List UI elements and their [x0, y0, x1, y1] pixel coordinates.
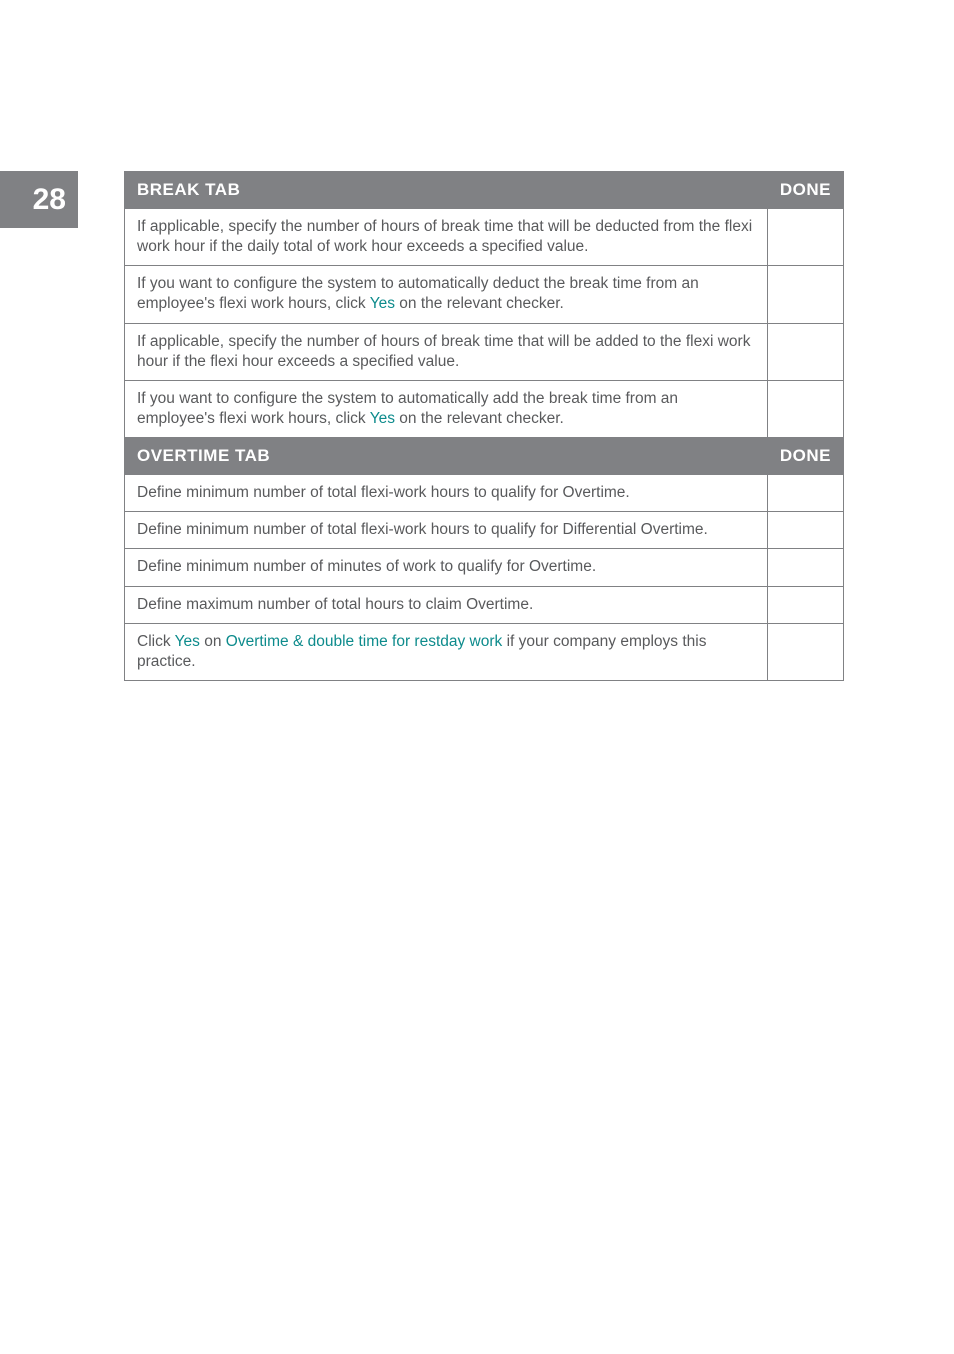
done-cell [767, 549, 843, 586]
row-text-content: If applicable, specify the number of hou… [137, 333, 750, 370]
header-break-tab: BREAK TAB [125, 172, 768, 209]
table-header-row: BREAK TAB DONE [125, 172, 844, 209]
done-cell [767, 380, 843, 437]
done-cell [767, 623, 843, 680]
table-row: Define maximum number of total hours to … [125, 586, 844, 623]
page-number-tab: 28 [0, 171, 78, 228]
table-row: If applicable, specify the number of hou… [125, 323, 844, 380]
page-number: 28 [33, 183, 66, 217]
done-cell [767, 475, 843, 512]
done-cell [767, 586, 843, 623]
header-done: DONE [767, 438, 843, 475]
header-overtime-tab: OVERTIME TAB [125, 438, 768, 475]
row-pre: Click [137, 633, 175, 650]
table-row: If applicable, specify the number of hou… [125, 209, 844, 266]
table-row: If you want to configure the system to a… [125, 380, 844, 437]
row-post: on the relevant checker. [395, 410, 564, 427]
row-text-content: Define minimum number of minutes of work… [137, 558, 596, 575]
done-cell [767, 209, 843, 266]
table-row: Define minimum number of total flexi-wor… [125, 475, 844, 512]
row-text: Define minimum number of total flexi-wor… [125, 475, 768, 512]
table-row: Define minimum number of minutes of work… [125, 549, 844, 586]
row-mid: on [200, 633, 226, 650]
row-text: Click Yes on Overtime & double time for … [125, 623, 768, 680]
row-text: If applicable, specify the number of hou… [125, 209, 768, 266]
table-header-row: OVERTIME TAB DONE [125, 438, 844, 475]
row-text: If applicable, specify the number of hou… [125, 323, 768, 380]
row-text: If you want to configure the system to a… [125, 266, 768, 323]
done-cell [767, 266, 843, 323]
row-text: If you want to configure the system to a… [125, 380, 768, 437]
table-row: Define minimum number of total flexi-wor… [125, 512, 844, 549]
row-text-content: If applicable, specify the number of hou… [137, 218, 752, 255]
table-row: If you want to configure the system to a… [125, 266, 844, 323]
content-area: BREAK TAB DONE If applicable, specify th… [124, 171, 844, 681]
overtime-restday-link: Overtime & double time for restday work [226, 633, 503, 650]
checklist-table: BREAK TAB DONE If applicable, specify th… [124, 171, 844, 681]
yes-link: Yes [370, 295, 395, 312]
done-cell [767, 512, 843, 549]
row-text-content: Define maximum number of total hours to … [137, 596, 533, 613]
row-text-content: Define minimum number of total flexi-wor… [137, 484, 630, 501]
table-row: Click Yes on Overtime & double time for … [125, 623, 844, 680]
yes-link: Yes [370, 410, 395, 427]
header-done: DONE [767, 172, 843, 209]
row-text: Define minimum number of total flexi-wor… [125, 512, 768, 549]
row-post: on the relevant checker. [395, 295, 564, 312]
row-text-content: Define minimum number of total flexi-wor… [137, 521, 708, 538]
done-cell [767, 323, 843, 380]
yes-link: Yes [175, 633, 200, 650]
row-text: Define minimum number of minutes of work… [125, 549, 768, 586]
row-text: Define maximum number of total hours to … [125, 586, 768, 623]
